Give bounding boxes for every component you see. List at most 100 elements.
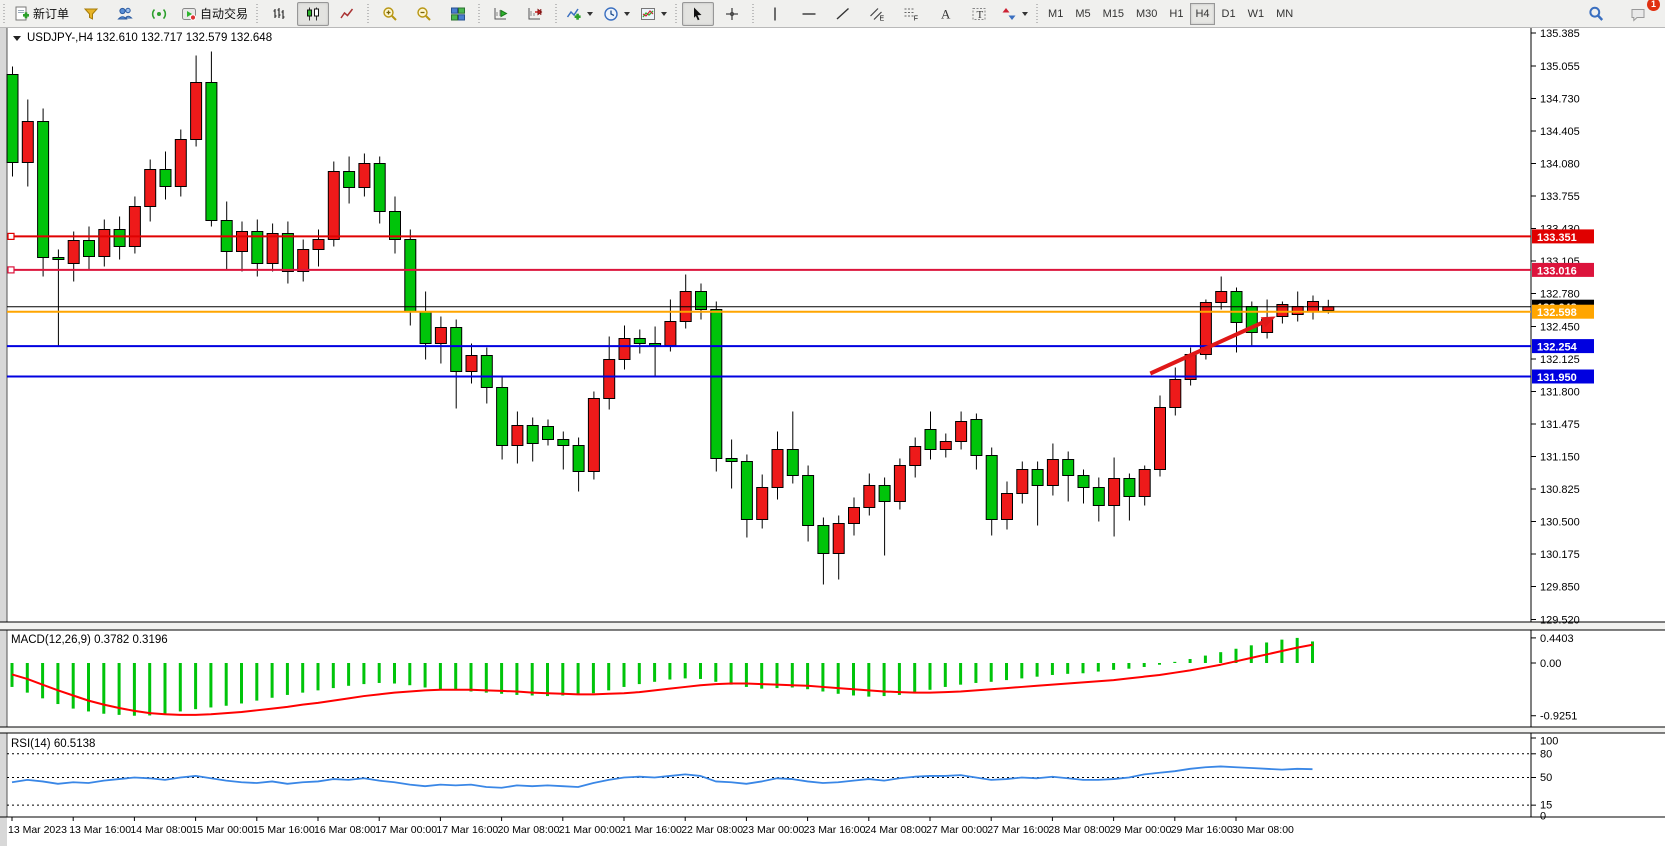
zoomout-icon <box>416 6 432 22</box>
shapes-button[interactable] <box>997 2 1032 26</box>
macd-histogram-bar <box>929 663 932 690</box>
indicators-button[interactable] <box>562 2 597 26</box>
toolbar-group-handle[interactable] <box>254 4 261 24</box>
macd-histogram-bar <box>898 663 901 695</box>
bar-chart-button[interactable] <box>263 2 295 26</box>
macd-histogram-bar <box>607 663 610 690</box>
vline-button[interactable] <box>759 2 791 26</box>
timeframe-w1-button[interactable]: W1 <box>1243 3 1270 25</box>
toolbar-group-handle[interactable] <box>673 4 680 24</box>
resistance-2-label-text: 133.016 <box>1537 265 1577 277</box>
line-chart-button[interactable] <box>331 2 363 26</box>
templates-button[interactable] <box>636 2 671 26</box>
resistance-line-2-anchor[interactable] <box>8 267 14 273</box>
channel-button[interactable]: E <box>861 2 893 26</box>
shapes-icon <box>1001 6 1017 22</box>
candle-body <box>497 388 508 446</box>
macd-histogram-bar <box>209 663 212 707</box>
toolbar-group-handle[interactable] <box>476 4 483 24</box>
candle-body <box>940 442 951 450</box>
timeframe-h4-button[interactable]: H4 <box>1190 3 1214 25</box>
time-tick-label: 27 Mar 00:00 <box>926 824 988 836</box>
signals-button[interactable] <box>143 2 175 26</box>
text-button[interactable]: A <box>929 2 961 26</box>
time-tick-label: 15 Mar 00:00 <box>192 824 254 836</box>
timeframe-m15-button[interactable]: M15 <box>1098 3 1129 25</box>
toolbar-group-handle[interactable] <box>365 4 372 24</box>
macd-histogram-bar <box>271 663 274 698</box>
pane-splitter-1[interactable] <box>0 622 1665 630</box>
new-order-button[interactable]: 新订单 <box>10 2 73 26</box>
trendline-button[interactable] <box>827 2 859 26</box>
chart-shift-button[interactable] <box>519 2 551 26</box>
macd-histogram-bar <box>1219 652 1222 663</box>
timeframe-m30-button[interactable]: M30 <box>1131 3 1162 25</box>
macd-histogram-bar <box>362 663 365 684</box>
candle-body <box>420 312 431 344</box>
macd-histogram-bar <box>852 663 855 695</box>
macd-histogram-bar <box>378 663 381 683</box>
time-tick-label: 23 Mar 16:00 <box>804 824 866 836</box>
crosshair-button[interactable] <box>716 2 748 26</box>
candles-icon <box>305 6 321 22</box>
search-icon <box>1588 6 1604 22</box>
zoom-in-button[interactable] <box>374 2 406 26</box>
timeframe-m5-button[interactable]: M5 <box>1070 3 1095 25</box>
candle-body <box>818 526 829 554</box>
toolbar-group-handle[interactable] <box>1034 4 1041 24</box>
macd-histogram-bar <box>990 663 993 682</box>
zoom-out-button[interactable] <box>408 2 440 26</box>
toolbar-group-handle[interactable] <box>1 4 8 24</box>
price-tick-label: 134.405 <box>1540 126 1580 138</box>
pane-splitter-2[interactable] <box>0 727 1665 733</box>
notifications-button[interactable]: 1 <box>1622 2 1654 26</box>
candle-body <box>282 234 293 272</box>
resistance-line-1-anchor[interactable] <box>8 233 14 239</box>
timeframe-d1-button[interactable]: D1 <box>1217 3 1241 25</box>
autoscroll-button[interactable] <box>485 2 517 26</box>
candle-body <box>145 170 156 207</box>
community-button[interactable] <box>109 2 141 26</box>
candlestick-button[interactable] <box>297 2 329 26</box>
macd-histogram-bar <box>439 663 442 689</box>
candle-body <box>833 524 844 554</box>
chart-window: 135.385135.055134.730134.405134.080133.7… <box>0 0 1665 846</box>
search-button[interactable] <box>1580 2 1612 26</box>
window-left-edge <box>0 27 7 846</box>
macd-histogram-bar <box>225 663 228 706</box>
candle-body <box>543 427 554 440</box>
timeframe-h1-button[interactable]: H1 <box>1164 3 1188 25</box>
rsi-axis-label: 80 <box>1540 748 1552 760</box>
time-tick-label: 21 Mar 00:00 <box>559 824 621 836</box>
fibonacci-button[interactable]: F <box>895 2 927 26</box>
tile-windows-button[interactable] <box>442 2 474 26</box>
hline-button[interactable] <box>793 2 825 26</box>
candle-body <box>1170 380 1181 408</box>
macd-histogram-bar <box>393 663 396 684</box>
depth-of-market-button[interactable] <box>75 2 107 26</box>
doc-new-icon <box>14 6 30 22</box>
support-2-label: 131.950 <box>1532 370 1594 385</box>
toolbar-group-handle[interactable] <box>553 4 560 24</box>
bars-icon <box>271 6 287 22</box>
candle-body <box>191 83 202 140</box>
macd-histogram-bar <box>102 663 105 714</box>
macd-histogram-bar <box>1204 656 1207 663</box>
resistance-1-label: 133.351 <box>1532 229 1594 244</box>
chevron-down-icon <box>1022 12 1028 16</box>
timeframe-m1-button[interactable]: M1 <box>1043 3 1068 25</box>
candle-body <box>757 488 768 520</box>
signal-icon <box>151 6 167 22</box>
candle-body <box>53 258 64 260</box>
autotrading-button[interactable]: 自动交易 <box>177 2 252 26</box>
candle-body <box>1078 476 1089 488</box>
cursor-button[interactable] <box>682 2 714 26</box>
timeframe-mn-button[interactable]: MN <box>1271 3 1298 25</box>
periods-button[interactable] <box>599 2 634 26</box>
candle-body <box>879 486 890 502</box>
toolbar-group-handle[interactable] <box>750 4 757 24</box>
macd-histogram-bar <box>913 663 916 693</box>
macd-histogram-bar <box>1250 645 1253 663</box>
price-tick-label: 133.755 <box>1540 191 1580 203</box>
label-button[interactable]: T <box>963 2 995 26</box>
